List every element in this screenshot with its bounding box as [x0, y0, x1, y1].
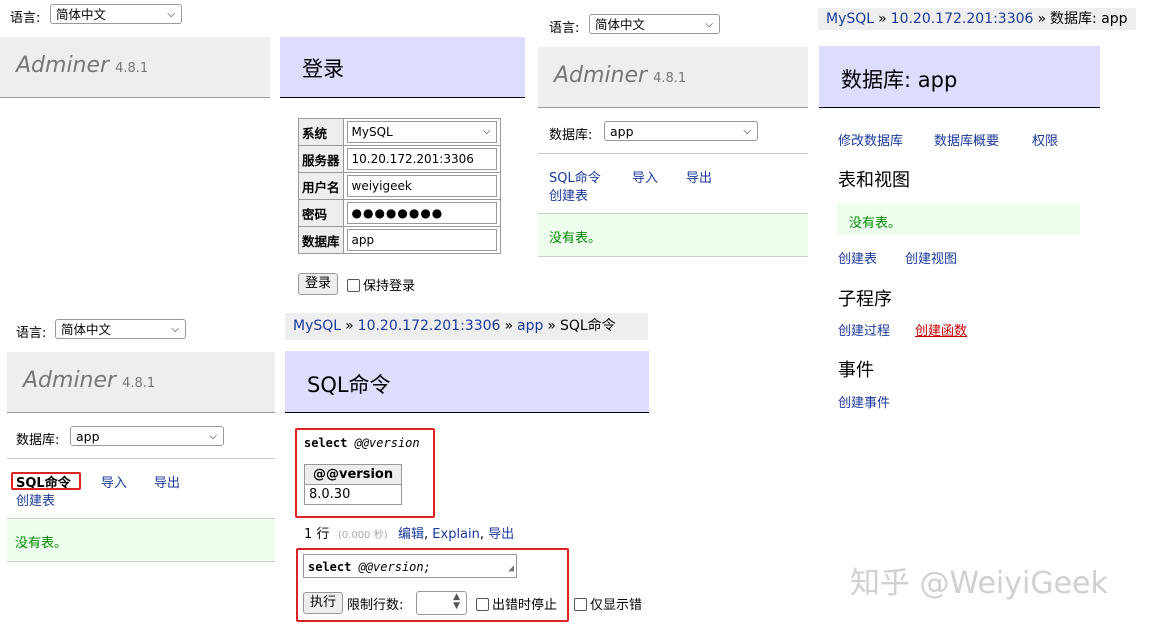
- login-button[interactable]: 登录: [298, 273, 339, 295]
- import-link[interactable]: 导入: [101, 472, 127, 491]
- sql-editor-textarea[interactable]: select @@version; ◢: [303, 554, 517, 578]
- breadcrumb-server[interactable]: 10.20.172.201:3306: [358, 318, 501, 334]
- breadcrumb: MySQL» 10.20.172.201:3306» 数据库: app: [818, 8, 1136, 30]
- language-select[interactable]: 简体中文 ⌵: [50, 4, 182, 24]
- server-label: 服务器: [298, 145, 344, 173]
- adminer-logo-link[interactable]: Adminer 4.8.1: [23, 368, 155, 393]
- breadcrumb-mysql[interactable]: MySQL: [826, 11, 874, 27]
- database-label: 数据库:: [549, 128, 593, 143]
- system-label: 系统: [298, 118, 344, 146]
- language-label: 语言:: [10, 11, 41, 26]
- explain-link[interactable]: Explain: [432, 527, 480, 542]
- execution-time: (0.000 秒): [338, 530, 388, 541]
- language-label: 语言:: [16, 326, 47, 341]
- create-function-link[interactable]: 创建函数: [915, 320, 967, 339]
- system-select[interactable]: MySQL ⌵: [346, 121, 497, 143]
- create-table-link[interactable]: 创建表: [549, 185, 588, 204]
- login-form-table: 系统 MySQL ⌵ 服务器 10.20.172.201:3306 用户名 wei…: [298, 118, 501, 254]
- import-link[interactable]: 导入: [632, 167, 658, 186]
- checkbox-icon[interactable]: [574, 598, 587, 611]
- create-event-link[interactable]: 创建事件: [838, 392, 890, 411]
- password-input[interactable]: ●●●●●●●●: [346, 202, 497, 224]
- watermark: 知乎 @WeiyiGeek: [850, 566, 1108, 601]
- login-heading: 登录: [280, 37, 525, 98]
- limit-rows-stepper[interactable]: ▲ ▼: [416, 591, 467, 615]
- execute-button[interactable]: 执行: [303, 592, 344, 614]
- database-input[interactable]: app: [346, 229, 497, 251]
- chevron-down-icon: ⌵: [167, 9, 175, 20]
- events-heading: 事件: [838, 360, 874, 381]
- create-view-link[interactable]: 创建视图: [905, 248, 957, 267]
- checkbox-icon[interactable]: [347, 279, 360, 292]
- breadcrumb-database[interactable]: app: [517, 318, 543, 334]
- export-link[interactable]: 导出: [154, 472, 180, 491]
- create-procedure-link[interactable]: 创建过程: [838, 320, 890, 339]
- password-label: 密码: [298, 199, 344, 227]
- executed-query: select @@version: [304, 436, 420, 450]
- checkbox-icon[interactable]: [476, 598, 489, 611]
- remember-login[interactable]: 保持登录: [347, 275, 415, 294]
- stepper-arrows-icon[interactable]: ▲ ▼: [453, 593, 460, 611]
- language-select[interactable]: 简体中文 ⌵: [589, 14, 720, 34]
- export-link[interactable]: 导出: [488, 527, 514, 542]
- breadcrumb-mysql[interactable]: MySQL: [293, 318, 341, 334]
- limit-label: 限制行数:: [347, 598, 404, 613]
- database-schema-link[interactable]: 数据库概要: [934, 130, 999, 149]
- edit-link[interactable]: 编辑: [398, 527, 424, 542]
- tables-heading: 表和视图: [838, 170, 910, 191]
- resize-handle-icon[interactable]: ◢: [508, 557, 514, 581]
- chevron-down-icon: ⌵: [209, 431, 217, 442]
- no-tables-message: 没有表。: [538, 213, 808, 257]
- errors-only-option[interactable]: 仅显示错: [574, 594, 642, 613]
- routines-heading: 子程序: [838, 289, 892, 310]
- stop-on-error-option[interactable]: 出错时停止: [476, 594, 557, 613]
- create-table-link[interactable]: 创建表: [16, 490, 55, 509]
- chevron-down-icon: ⌵: [482, 126, 491, 137]
- adminer-logo-link[interactable]: Adminer 4.8.1: [554, 63, 686, 88]
- chevron-down-icon: ⌵: [705, 19, 713, 30]
- rows-count: 1 行: [304, 527, 330, 542]
- result-column-header: @@version: [303, 464, 403, 485]
- database-label: 数据库: [298, 226, 344, 254]
- breadcrumb-current: SQL命令: [559, 318, 616, 334]
- result-table: @@version 8.0.30: [303, 464, 403, 505]
- adminer-header: Adminer 4.8.1: [7, 352, 275, 413]
- privileges-link[interactable]: 权限: [1032, 130, 1058, 149]
- server-input[interactable]: 10.20.172.201:3306: [346, 148, 497, 170]
- adminer-header: Adminer 4.8.1: [538, 47, 808, 108]
- language-select[interactable]: 简体中文 ⌵: [55, 319, 186, 339]
- page-title: SQL命令: [285, 351, 649, 413]
- database-select[interactable]: app ⌵: [604, 121, 758, 141]
- sql-command-link[interactable]: SQL命令: [549, 167, 601, 186]
- breadcrumb: MySQL» 10.20.172.201:3306» app» SQL命令: [285, 313, 648, 340]
- highlight-box: [11, 472, 81, 490]
- adminer-logo-link[interactable]: Adminer 4.8.1: [16, 53, 148, 78]
- page-title: 数据库: app: [819, 46, 1100, 108]
- export-link[interactable]: 导出: [686, 167, 712, 186]
- no-tables-message: 没有表。: [7, 518, 275, 562]
- username-input[interactable]: weiyigeek: [346, 175, 497, 197]
- create-table-link[interactable]: 创建表: [838, 248, 877, 267]
- breadcrumb-current: 数据库: app: [1050, 11, 1128, 27]
- adminer-header: Adminer 4.8.1: [0, 37, 270, 98]
- username-label: 用户名: [298, 172, 344, 200]
- result-cell: 8.0.30: [303, 484, 403, 505]
- version-label: 4.8.1: [115, 61, 149, 76]
- database-label: 数据库:: [16, 433, 60, 448]
- language-label: 语言:: [549, 21, 580, 36]
- alter-database-link[interactable]: 修改数据库: [838, 130, 903, 149]
- result-actions: 编辑, Explain, 导出: [398, 527, 515, 542]
- chevron-down-icon: ⌵: [171, 324, 179, 335]
- chevron-down-icon: ⌵: [743, 126, 751, 137]
- breadcrumb-server[interactable]: 10.20.172.201:3306: [891, 11, 1034, 27]
- no-tables-message: 没有表。: [837, 203, 1080, 235]
- database-select[interactable]: app ⌵: [70, 426, 224, 446]
